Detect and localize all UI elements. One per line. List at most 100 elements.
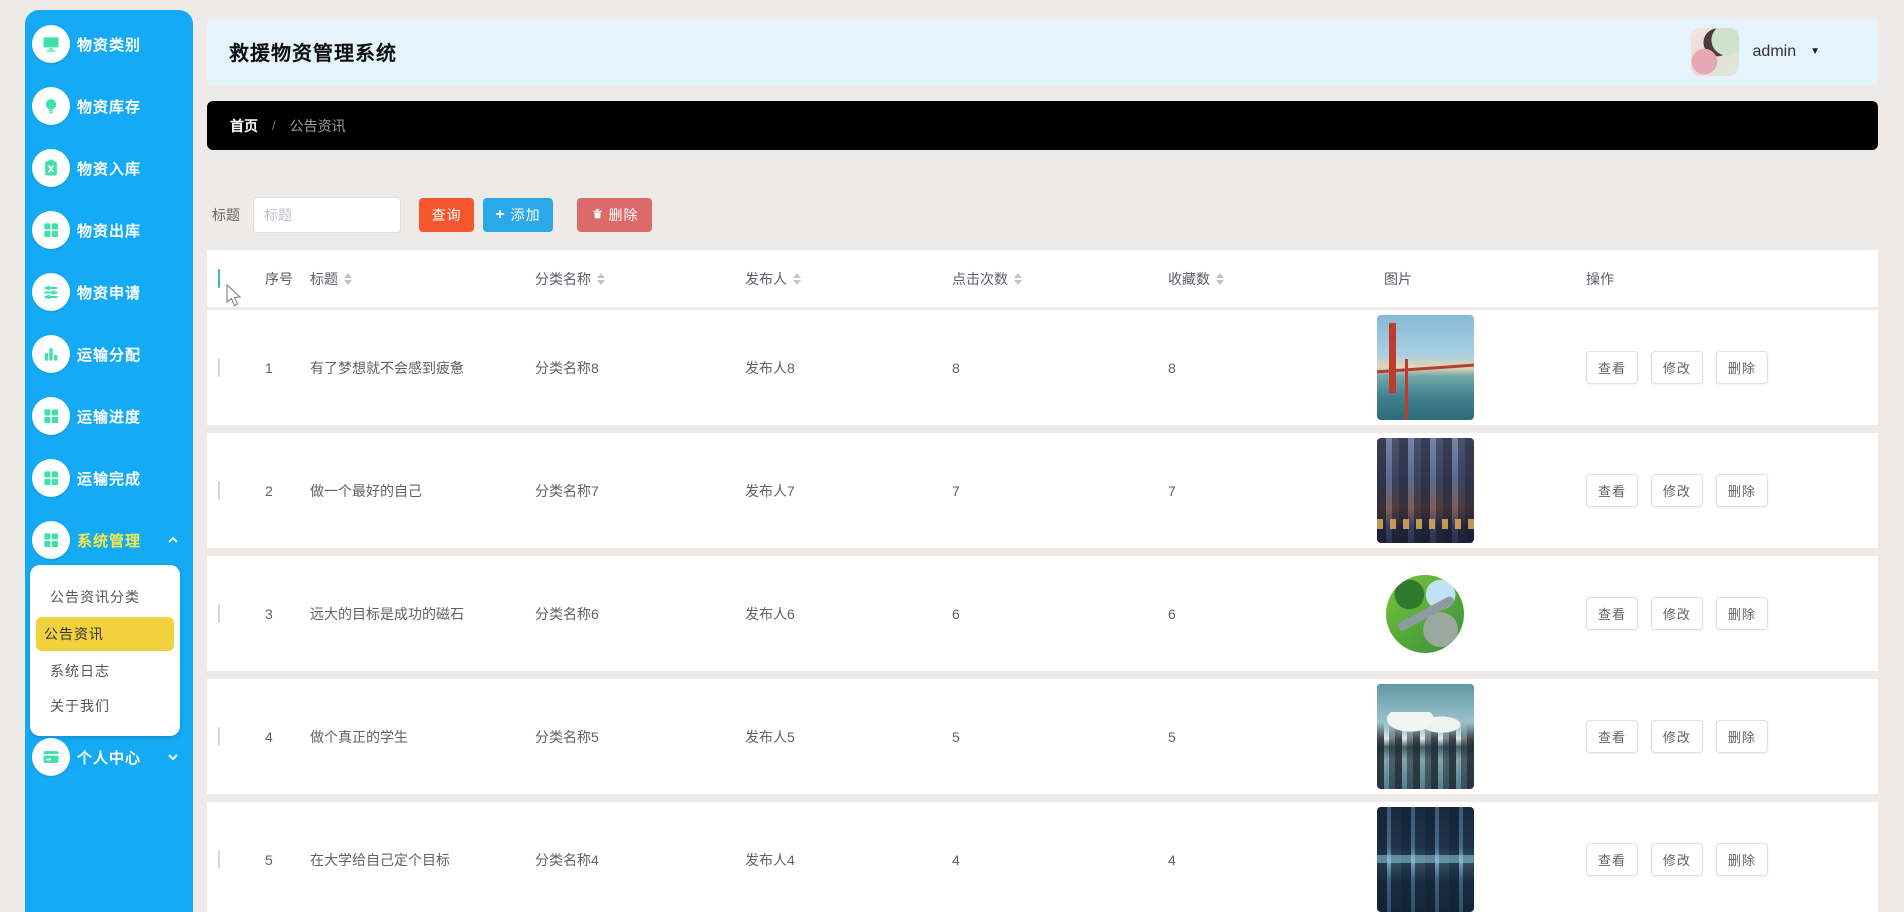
add-button-label: 添加	[510, 207, 541, 223]
delete-row-button[interactable]: 删除	[1715, 843, 1768, 876]
column-header-publisher[interactable]: 发布人	[734, 269, 941, 289]
cell-clicks: 8	[952, 359, 960, 376]
user-menu[interactable]: admin ▼	[1690, 27, 1820, 76]
sidebar-item-transport-progress[interactable]: 运输进度	[25, 396, 193, 436]
view-button[interactable]: 查看	[1586, 351, 1639, 384]
cell-actions: 查看 修改 删除	[1575, 843, 1878, 876]
sidebar-item-label: 系统管理	[77, 532, 142, 550]
cell-favorites: 6	[1168, 605, 1176, 622]
sliders-icon	[32, 273, 70, 311]
sidebar-item-label: 运输进度	[77, 408, 142, 426]
delete-row-button[interactable]: 删除	[1715, 474, 1768, 507]
breadcrumb-home[interactable]: 首页	[230, 116, 258, 136]
column-header-title[interactable]: 标题	[299, 269, 524, 289]
cell-favorites: 8	[1168, 359, 1176, 376]
sidebar-item-personal-center[interactable]: 个人中心	[25, 737, 193, 777]
table-header-row: 序号 标题 分类名称 发布人 点击次数 收藏数 图片 操作	[207, 250, 1878, 308]
edit-button[interactable]: 修改	[1650, 474, 1703, 507]
sort-icon[interactable]	[597, 272, 605, 285]
grid-icon	[32, 397, 70, 435]
table-row: 2 做一个最好的自己 分类名称7 发布人7 7 7 查看 修改 删除	[207, 433, 1878, 548]
sidebar-item-label: 物资类别	[77, 36, 142, 54]
row-image	[1377, 684, 1474, 789]
submenu-item-system-log[interactable]: 系统日志	[36, 654, 174, 688]
edit-button[interactable]: 修改	[1650, 351, 1703, 384]
cell-index: 3	[265, 605, 273, 622]
view-button[interactable]: 查看	[1586, 843, 1639, 876]
cell-favorites: 7	[1168, 482, 1176, 499]
view-button[interactable]: 查看	[1586, 474, 1639, 507]
view-button[interactable]: 查看	[1586, 720, 1639, 753]
title-search-input[interactable]	[253, 197, 401, 233]
search-button-label: 查询	[431, 207, 462, 223]
announcement-table: 序号 标题 分类名称 发布人 点击次数 收藏数 图片 操作 1 有了梦想就不会感…	[207, 250, 1878, 912]
row-checkbox[interactable]	[218, 357, 220, 377]
sidebar-item-material-inbound[interactable]: 物资入库	[25, 148, 193, 188]
row-checkbox[interactable]	[218, 726, 220, 746]
sidebar-item-label: 运输分配	[77, 346, 142, 364]
grid-icon	[32, 211, 70, 249]
edit-button[interactable]: 修改	[1650, 843, 1703, 876]
column-header-index: 序号	[265, 270, 293, 287]
row-checkbox[interactable]	[218, 603, 220, 623]
sidebar-item-system-management[interactable]: 系统管理	[25, 520, 193, 560]
sidebar-item-material-stock[interactable]: 物资库存	[25, 86, 193, 126]
sidebar-item-label: 物资申请	[77, 284, 142, 302]
edit-button[interactable]: 修改	[1650, 597, 1703, 630]
monitor-icon	[32, 25, 70, 63]
sort-icon[interactable]	[344, 272, 352, 285]
submenu-item-about-us[interactable]: 关于我们	[36, 689, 174, 723]
add-button[interactable]: + 添加	[483, 198, 553, 232]
submenu-item-announcement[interactable]: 公告资讯	[36, 617, 174, 651]
row-image	[1377, 807, 1474, 912]
sidebar-item-material-category[interactable]: 物资类别	[25, 24, 193, 64]
plus-icon: +	[495, 206, 506, 223]
cell-title: 在大学给自己定个目标	[310, 851, 450, 868]
cell-publisher: 发布人7	[745, 482, 795, 499]
sort-icon[interactable]	[1014, 272, 1022, 285]
cell-title: 有了梦想就不会感到疲惫	[310, 359, 464, 376]
row-image	[1377, 315, 1474, 420]
clipboard-icon	[32, 149, 70, 187]
view-button[interactable]: 查看	[1586, 597, 1639, 630]
cell-actions: 查看 修改 删除	[1575, 351, 1878, 384]
system-management-submenu: 公告资讯分类 公告资讯 系统日志 关于我们	[30, 565, 180, 736]
sidebar-item-material-outbound[interactable]: 物资出库	[25, 210, 193, 250]
cell-index: 4	[265, 728, 273, 745]
sort-icon[interactable]	[793, 272, 801, 285]
cell-index: 1	[265, 359, 273, 376]
column-header-favorites[interactable]: 收藏数	[1157, 269, 1373, 289]
select-all-checkbox[interactable]	[218, 268, 220, 288]
delete-row-button[interactable]: 删除	[1715, 720, 1768, 753]
breadcrumb-current: 公告资讯	[289, 117, 346, 134]
cell-clicks: 7	[952, 482, 960, 499]
chevron-up-icon	[167, 533, 179, 551]
search-button[interactable]: 查询	[419, 198, 474, 232]
sidebar-item-transport-allocation[interactable]: 运输分配	[25, 334, 193, 374]
card-icon	[32, 738, 70, 776]
sidebar-item-material-apply[interactable]: 物资申请	[25, 272, 193, 312]
cell-title: 做一个最好的自己	[310, 482, 422, 499]
delete-button[interactable]: 删除	[577, 198, 652, 232]
delete-row-button[interactable]: 删除	[1715, 597, 1768, 630]
cell-category: 分类名称7	[535, 482, 599, 499]
cell-category: 分类名称6	[535, 605, 599, 622]
sidebar-item-label: 个人中心	[77, 749, 142, 767]
bulb-icon	[32, 87, 70, 125]
row-checkbox[interactable]	[218, 849, 220, 869]
submenu-item-announcement-category[interactable]: 公告资讯分类	[36, 580, 174, 614]
cell-publisher: 发布人5	[745, 728, 795, 745]
cell-favorites: 5	[1168, 728, 1176, 745]
delete-row-button[interactable]: 删除	[1715, 351, 1768, 384]
cell-publisher: 发布人6	[745, 605, 795, 622]
row-checkbox[interactable]	[218, 480, 220, 500]
sort-icon[interactable]	[1216, 272, 1224, 285]
edit-button[interactable]: 修改	[1650, 720, 1703, 753]
column-header-category[interactable]: 分类名称	[524, 269, 734, 289]
column-header-clicks[interactable]: 点击次数	[941, 269, 1157, 289]
avatar[interactable]	[1690, 27, 1739, 76]
column-header-image: 图片	[1384, 270, 1412, 287]
breadcrumb-separator: /	[272, 118, 276, 133]
cell-actions: 查看 修改 删除	[1575, 474, 1878, 507]
sidebar-item-transport-complete[interactable]: 运输完成	[25, 458, 193, 498]
